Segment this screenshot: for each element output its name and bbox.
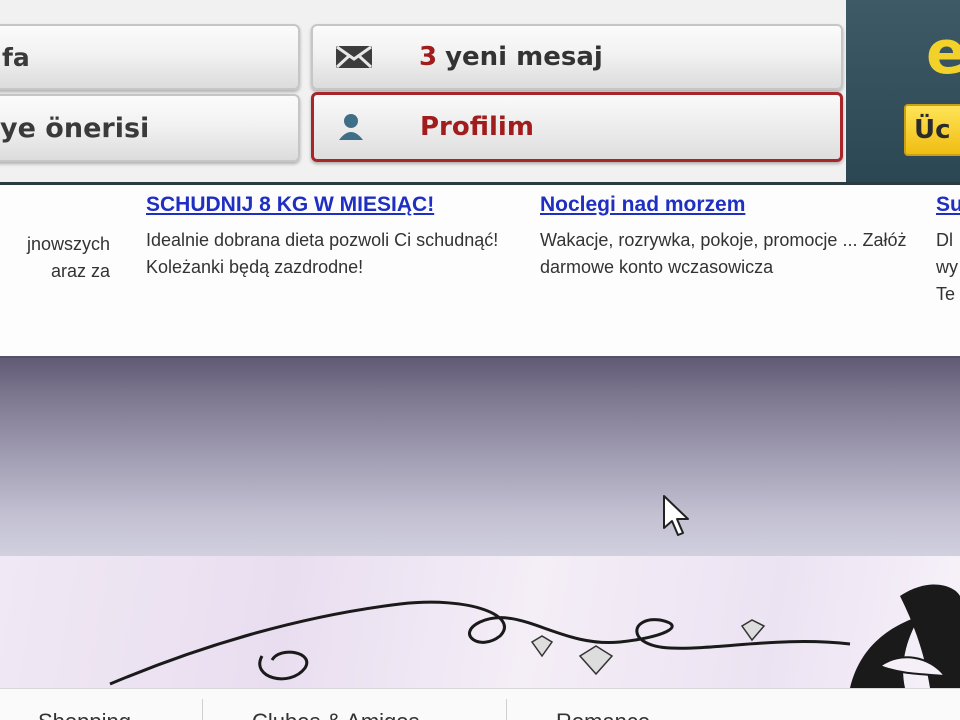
divider — [202, 699, 203, 720]
bottom-nav-romance[interactable]: Romance — [556, 709, 650, 720]
decorative-banner — [0, 556, 960, 688]
mouse-cursor-icon — [663, 495, 689, 536]
header-gradient-band — [0, 356, 960, 556]
ads-strip: jnowszych araz za SCHUDNIJ 8 KG W MIESIĄ… — [0, 182, 960, 356]
divider — [506, 699, 507, 720]
ad-title-link[interactable]: Noclegi nad morzem — [540, 193, 930, 217]
message-count-badge: 3 — [419, 42, 438, 72]
user-icon — [339, 114, 363, 140]
ad-text: Wakacje, rozrywka, pokoje, promocje ... … — [540, 230, 907, 277]
top-navigation: fa ye önerisi 3 yeni mesaj Profilim — [0, 0, 960, 186]
nav-button-suggestion[interactable]: ye önerisi — [0, 94, 300, 162]
nav-button-fa-label: fa — [2, 42, 30, 72]
ad-item: Noclegi nad morzem Wakacje, rozrywka, po… — [540, 193, 930, 281]
ad-text: jnowszych araz za — [26, 234, 110, 281]
profile-button[interactable]: Profilim — [311, 92, 843, 162]
envelope-icon — [335, 45, 373, 69]
messages-button[interactable]: 3 yeni mesaj — [311, 24, 843, 90]
bottom-nav-clubs[interactable]: Clubes & Amigos — [252, 709, 420, 720]
ad-item: jnowszych araz za — [0, 193, 140, 285]
flower-icon — [850, 584, 960, 688]
ad-item: Su Dl wy Te — [936, 193, 960, 308]
ad-item: SCHUDNIJ 8 KG W MIESIĄC! Idealnie dobran… — [146, 193, 526, 281]
messages-text: yeni mesaj — [445, 42, 603, 72]
ad-text: Idealnie dobrana dieta pozwoli Ci schudn… — [146, 230, 499, 277]
nav-button-suggestion-label: ye önerisi — [0, 112, 150, 144]
bottom-nav-shopping[interactable]: Shopping — [38, 709, 131, 720]
bottom-navigation: Shopping Clubes & Amigos Romance — [0, 688, 960, 720]
promo-logo-letter: e — [926, 18, 960, 88]
ad-title-link[interactable]: Su — [936, 193, 960, 217]
ad-text: Dl wy Te — [936, 230, 958, 304]
swirl-decoration — [109, 584, 960, 688]
ad-title-link[interactable]: SCHUDNIJ 8 KG W MIESIĄC! — [146, 193, 526, 217]
promo-panel: e Üc — [846, 0, 960, 182]
nav-button-fa[interactable]: fa — [0, 24, 300, 90]
profile-button-label: Profilim — [420, 112, 534, 142]
messages-button-label: 3 yeni mesaj — [419, 42, 603, 72]
promo-button[interactable]: Üc — [904, 104, 960, 156]
